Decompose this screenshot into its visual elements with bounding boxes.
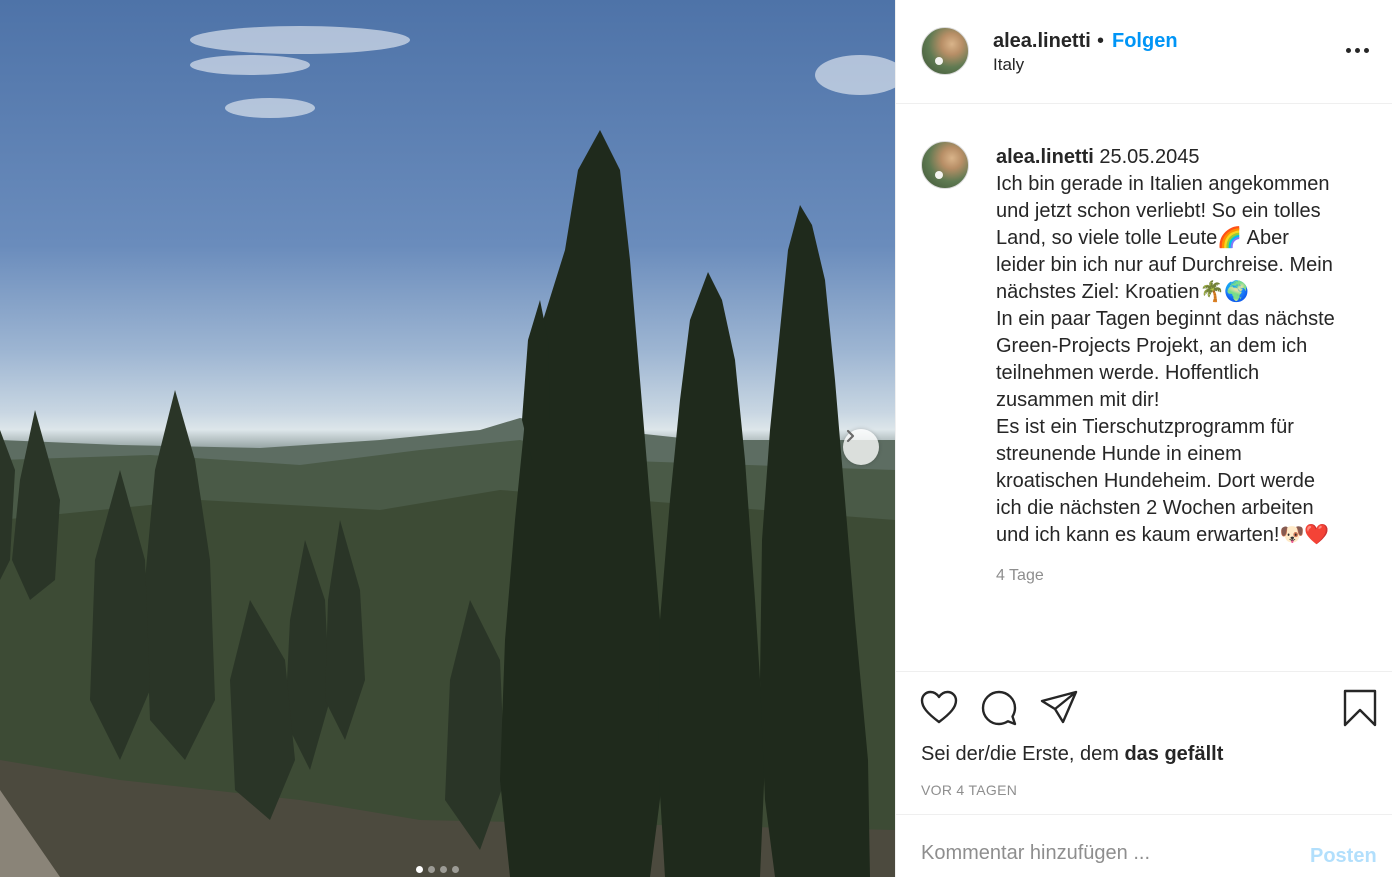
username-link[interactable]: alea.linetti	[993, 30, 1091, 53]
separator-dot: •	[1097, 30, 1105, 52]
avatar[interactable]	[921, 27, 969, 75]
comment-button[interactable]	[979, 688, 1019, 728]
likes-summary: Sei der/die Erste, dem das gefällt	[921, 743, 1223, 766]
post-actions: Sei der/die Erste, dem das gefällt VOR 4…	[896, 671, 1392, 814]
carousel-dot	[428, 866, 435, 873]
post-comment-button[interactable]: Posten	[1310, 845, 1377, 868]
carousel-indicator	[416, 866, 459, 873]
carousel-dot	[452, 866, 459, 873]
caption-date: 25.05.2045	[1099, 146, 1200, 168]
carousel-dot-active	[416, 866, 423, 873]
caption-username[interactable]: alea.linetti	[996, 146, 1094, 168]
post-side-panel: alea.linetti • Folgen Italy alea.linetti…	[895, 0, 1392, 877]
chevron-right-icon	[846, 429, 855, 443]
share-button[interactable]	[1039, 688, 1079, 728]
bookmark-icon	[1343, 689, 1377, 727]
carousel-dot	[440, 866, 447, 873]
avatar[interactable]	[921, 141, 969, 189]
caption-text: alea.linetti 25.05.2045 Ich bin gerade i…	[996, 144, 1366, 549]
send-icon	[1040, 690, 1078, 724]
landscape-image	[0, 26, 895, 877]
caption-age: 4 Tage	[996, 567, 1044, 584]
caption-body: Ich bin gerade in Italien angekommen und…	[996, 173, 1335, 546]
comment-form: Posten	[896, 814, 1392, 877]
likes-prefix: Sei der/die Erste, dem	[921, 743, 1125, 765]
caption-section: alea.linetti 25.05.2045 Ich bin gerade i…	[896, 104, 1392, 671]
post-photo[interactable]	[0, 0, 895, 877]
more-options-icon[interactable]	[1346, 40, 1374, 60]
location-link[interactable]: Italy	[993, 55, 1024, 75]
post-timestamp: VOR 4 TAGEN	[921, 782, 1018, 798]
like-button[interactable]	[919, 688, 959, 728]
heart-icon	[920, 690, 958, 724]
follow-button[interactable]: Folgen	[1112, 30, 1178, 53]
post-header: alea.linetti • Folgen Italy	[896, 0, 1392, 104]
next-slide-button[interactable]	[843, 429, 879, 465]
save-button[interactable]	[1340, 688, 1380, 728]
comment-icon	[981, 690, 1017, 726]
likes-link[interactable]: das gefällt	[1124, 743, 1223, 765]
comment-input[interactable]	[921, 835, 1291, 871]
